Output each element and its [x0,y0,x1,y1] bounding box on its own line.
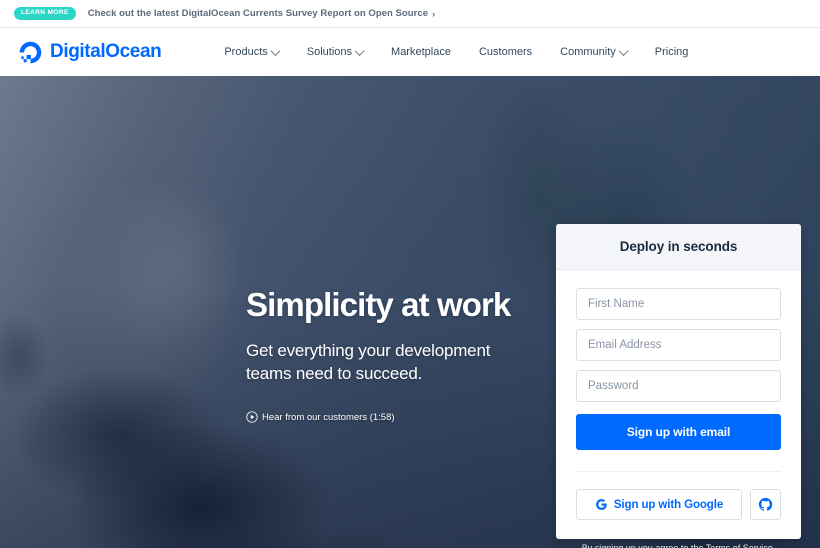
signup-card-title: Deploy in seconds [619,239,738,254]
chevron-down-icon [270,45,281,56]
password-input[interactable] [576,370,781,402]
hero-subheading: Get everything your development teams ne… [246,340,491,384]
first-name-input[interactable] [576,288,781,320]
signup-github-button[interactable] [750,489,781,520]
nav-item-label: Customers [478,46,533,58]
digitalocean-logo[interactable]: DigitalOcean [18,40,162,65]
github-icon [758,497,773,511]
signup-google-label: Sign up with Google [613,498,724,511]
digitalocean-logo-icon [19,41,42,63]
play-circle-icon [246,411,258,423]
hero-video-label: Hear from our customers (1:58) [262,411,395,423]
hero-video-link[interactable]: Hear from our customers (1:58) [246,411,395,423]
announcement-text: Check out the latest DigitalOcean Curren… [87,8,429,19]
brand-name: DigitalOcean [50,41,162,62]
signup-email-button[interactable]: Sign up with email [576,414,781,450]
email-input[interactable] [576,329,781,361]
nav-item-customers[interactable]: Customers [465,46,546,58]
signup-card: Deploy in seconds Sign up with email [556,224,801,539]
chevron-down-icon [618,45,629,56]
nav-item-community[interactable]: Community [546,45,641,58]
page-root: LEARN MORE Check out the latest DigitalO… [0,0,820,548]
nav-item-products[interactable]: Products [210,45,292,58]
nav-item-label: Products [224,46,268,58]
google-icon [595,499,607,510]
hero-heading: Simplicity at work [246,286,511,323]
nav-item-pricing[interactable]: Pricing [641,46,703,58]
nav-item-marketplace[interactable]: Marketplace [377,46,465,58]
social-signup-row: Sign up with Google [556,472,801,539]
nav-item-label: Marketplace [391,46,451,58]
hero-section: Simplicity at work Get everything your d… [0,76,820,548]
nav-links: Products Solutions Marketplace Customers… [210,45,703,58]
nav-item-solutions[interactable]: Solutions [293,45,377,58]
chevron-right-icon: › [432,8,436,19]
chevron-down-icon [354,45,365,56]
hero-content: Simplicity at work Get everything your d… [0,76,820,548]
learn-more-badge[interactable]: LEARN MORE [14,7,76,20]
signup-google-button[interactable]: Sign up with Google [576,489,742,520]
hero-text-block: Simplicity at work Get everything your d… [246,286,511,386]
signup-card-header: Deploy in seconds [556,224,801,270]
nav-item-label: Community [560,46,616,58]
nav-item-label: Pricing [654,46,689,58]
nav-item-label: Solutions [306,46,353,58]
signup-form: Sign up with email [556,270,801,472]
announcement-banner[interactable]: LEARN MORE Check out the latest DigitalO… [0,0,820,28]
main-navigation: DigitalOcean Products Solutions Marketpl… [0,28,820,76]
terms-of-service-text[interactable]: By signing up you agree to the Terms of … [556,543,801,548]
